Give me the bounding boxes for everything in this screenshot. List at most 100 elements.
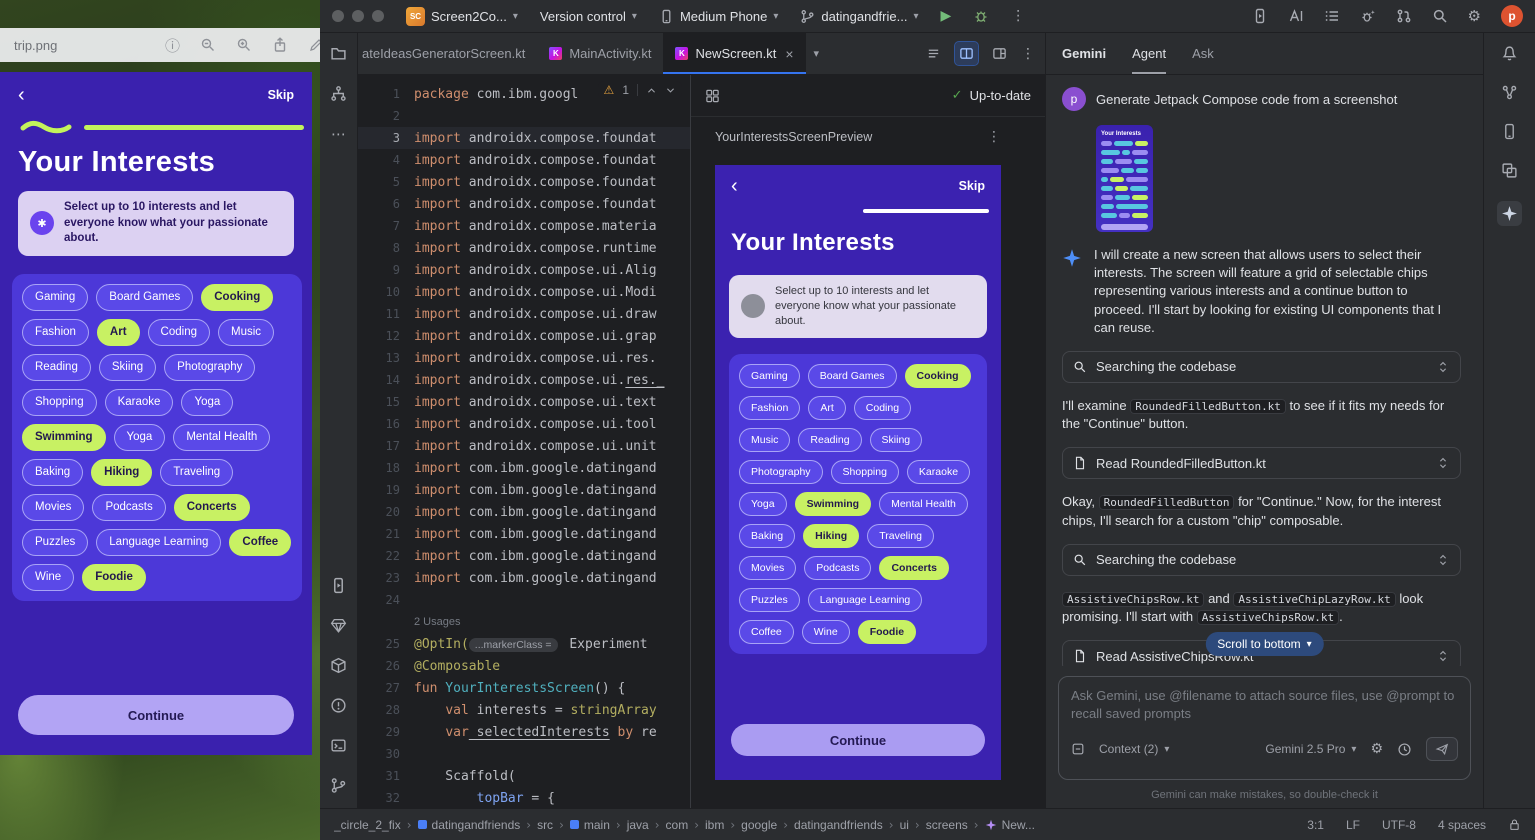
code-line[interactable]: 16import androidx.compose.ui.tool: [358, 413, 690, 435]
breadcrumb-item[interactable]: datingandfriends: [418, 818, 521, 832]
agent-action-card[interactable]: Read RoundedFilledButton.kt: [1062, 447, 1461, 479]
code-view-button[interactable]: [922, 42, 945, 65]
model-select[interactable]: Gemini 2.5 Pro▾: [1265, 742, 1356, 756]
window-controls[interactable]: [332, 10, 384, 22]
code-line[interactable]: 3import androidx.compose.foundat: [358, 127, 690, 149]
status-item[interactable]: 3:1: [1307, 818, 1324, 832]
device-streaming-icon[interactable]: [1252, 8, 1268, 24]
editor-tab[interactable]: KNewScreen.kt×: [663, 33, 805, 74]
interest-chip[interactable]: Board Games: [808, 364, 897, 388]
code-line[interactable]: 21import com.ibm.google.datingand: [358, 523, 690, 545]
continue-button[interactable]: Continue: [731, 724, 985, 756]
context-select[interactable]: Context (2)▾: [1099, 742, 1169, 756]
interest-chip[interactable]: Gaming: [739, 364, 800, 388]
emulator-icon[interactable]: [1501, 123, 1518, 140]
readonly-lock-icon[interactable]: [1508, 818, 1521, 831]
next-problem-icon[interactable]: [665, 85, 676, 96]
tab-agent[interactable]: Agent: [1132, 33, 1166, 74]
prev-problem-icon[interactable]: [646, 85, 657, 96]
code-line[interactable]: 9import androidx.compose.ui.Alig: [358, 259, 690, 281]
breadcrumb-item[interactable]: com: [666, 818, 689, 832]
close-window-icon[interactable]: [332, 10, 344, 22]
gemini-prompt-input[interactable]: [1071, 687, 1458, 729]
pull-request-icon[interactable]: [1396, 8, 1412, 24]
debug-button[interactable]: [973, 8, 989, 24]
gemini-settings-icon[interactable]: ⚙: [1370, 741, 1383, 757]
expand-collapse-icon[interactable]: [1436, 553, 1450, 567]
gemini-chat[interactable]: p Generate Jetpack Compose code from a s…: [1046, 75, 1483, 666]
code-line[interactable]: 7import androidx.compose.materia: [358, 215, 690, 237]
code-line[interactable]: 24: [358, 589, 690, 611]
interest-chip[interactable]: Movies: [739, 556, 796, 580]
back-icon[interactable]: ‹: [731, 177, 738, 195]
interest-chip[interactable]: Reading: [798, 428, 861, 452]
breadcrumb-item[interactable]: google: [741, 818, 777, 832]
breadcrumb-item[interactable]: ui: [900, 818, 909, 832]
interest-chip[interactable]: Shopping: [831, 460, 899, 484]
breadcrumb-item[interactable]: screens: [926, 818, 968, 832]
preview-grid-icon[interactable]: [705, 88, 720, 103]
interest-chip[interactable]: Yoga: [739, 492, 787, 516]
resource-manager-icon[interactable]: [1501, 162, 1518, 179]
status-item[interactable]: 4 spaces: [1438, 818, 1486, 832]
send-button[interactable]: [1426, 737, 1458, 761]
code-line[interactable]: 13import androidx.compose.ui.res.: [358, 347, 690, 369]
code-line[interactable]: 29 var selectedInterests by re: [358, 721, 690, 743]
context-icon[interactable]: [1071, 742, 1085, 756]
interest-chip[interactable]: Concerts: [879, 556, 949, 580]
gemini-input-box[interactable]: Context (2)▾ Gemini 2.5 Pro▾ ⚙: [1058, 676, 1471, 780]
code-line[interactable]: 31 Scaffold(: [358, 765, 690, 787]
interest-chip[interactable]: Art: [808, 396, 845, 420]
interest-chip[interactable]: Swimming: [795, 492, 872, 516]
project-icon[interactable]: [330, 45, 347, 62]
gem-icon[interactable]: [330, 617, 347, 634]
todo-list-icon[interactable]: [1324, 8, 1340, 24]
code-line[interactable]: 18import com.ibm.google.datingand: [358, 457, 690, 479]
code-line[interactable]: 2: [358, 105, 690, 127]
interest-chip[interactable]: Coding: [854, 396, 911, 420]
breadcrumb-item[interactable]: main: [570, 818, 610, 832]
version-control-menu[interactable]: Version control▾: [540, 9, 637, 24]
code-line[interactable]: 17import androidx.compose.ui.unit: [358, 435, 690, 457]
tab-ask[interactable]: Ask: [1192, 33, 1214, 74]
git-branch-select[interactable]: datingandfrie...▾: [800, 9, 918, 24]
interest-chip[interactable]: Traveling: [867, 524, 934, 548]
structure-icon[interactable]: [330, 85, 347, 102]
search-everywhere-icon[interactable]: [1432, 8, 1448, 24]
code-line[interactable]: 22import com.ibm.google.datingand: [358, 545, 690, 567]
code-line[interactable]: 8import androidx.compose.runtime: [358, 237, 690, 259]
code-hint-row[interactable]: 2 Usages: [358, 611, 690, 633]
minimize-window-icon[interactable]: [352, 10, 364, 22]
inspection-widget[interactable]: ⚠1: [598, 81, 682, 99]
status-item[interactable]: UTF-8: [1382, 818, 1416, 832]
code-line[interactable]: 20import com.ibm.google.datingand: [358, 501, 690, 523]
settings-icon[interactable]: ⚙: [1468, 7, 1481, 25]
interest-chip[interactable]: Mental Health: [879, 492, 968, 516]
editor-tab[interactable]: ateIdeasGeneratorScreen.kt: [358, 33, 537, 74]
device-select[interactable]: Medium Phone▾: [659, 9, 778, 24]
more-tool-windows-icon[interactable]: ⋯: [331, 125, 346, 143]
assistant-icon[interactable]: [1501, 84, 1518, 101]
live-edit-icon[interactable]: [1288, 8, 1304, 24]
code-line[interactable]: 26@Composable: [358, 655, 690, 677]
zoom-in-icon[interactable]: [236, 37, 252, 53]
agent-action-card[interactable]: Searching the codebase: [1062, 351, 1461, 383]
breadcrumb-item[interactable]: _circle_2_fix: [334, 818, 401, 832]
interest-chip[interactable]: Puzzles: [739, 588, 800, 612]
code-line[interactable]: 28 val interests = stringArray: [358, 699, 690, 721]
editor-tab[interactable]: KMainActivity.kt: [537, 33, 663, 74]
edit-icon[interactable]: [308, 37, 320, 53]
attached-screenshot-thumbnail[interactable]: Your Interests: [1096, 125, 1153, 232]
expand-collapse-icon[interactable]: [1436, 456, 1450, 470]
code-line[interactable]: 27fun YourInterestsScreen() {: [358, 677, 690, 699]
code-editor[interactable]: 1package com.ibm.googl23import androidx.…: [358, 75, 690, 808]
scroll-to-bottom-button[interactable]: Scroll to bottom▾: [1205, 632, 1323, 656]
zoom-out-icon[interactable]: [200, 37, 216, 53]
interest-chip[interactable]: Podcasts: [804, 556, 871, 580]
preview-options-icon[interactable]: ⋮: [987, 129, 1001, 145]
profile-avatar[interactable]: p: [1501, 5, 1523, 27]
breadcrumb-item[interactable]: java: [627, 818, 649, 832]
code-line[interactable]: 19import com.ibm.google.datingand: [358, 479, 690, 501]
history-icon[interactable]: [1397, 742, 1412, 757]
expand-collapse-icon[interactable]: [1436, 360, 1450, 374]
